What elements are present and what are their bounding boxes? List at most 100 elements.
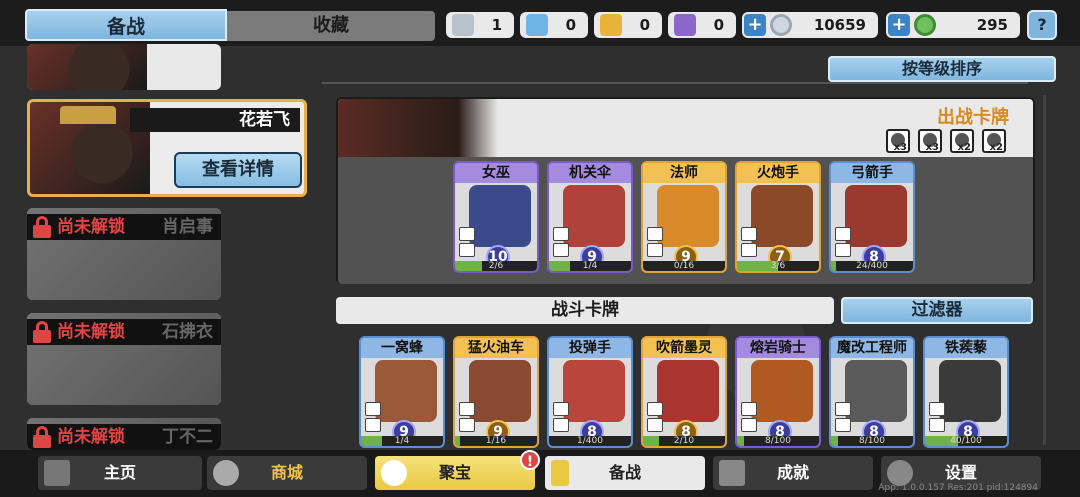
unit-card[interactable]: 猛火油车 9 1/16: [453, 336, 539, 448]
hero-name: 丁不二: [162, 427, 213, 447]
unit-card[interactable]: 法师 9 0/16: [641, 161, 727, 273]
unit-card[interactable]: 一窝蜂 9 1/4: [359, 336, 445, 448]
card-name: 猛火油车: [455, 338, 537, 358]
unit-card[interactable]: 魔改工程师 8 8/100: [829, 336, 915, 448]
trait-icon: [647, 227, 663, 241]
nav-shop[interactable]: 商城: [207, 456, 367, 490]
card-name: 火炮手: [737, 163, 819, 183]
tab-collection[interactable]: 收藏: [227, 11, 435, 41]
card-progress: 1/400: [549, 436, 631, 446]
card-name: 投弹手: [549, 338, 631, 358]
hero-card-partial[interactable]: [27, 44, 221, 90]
nav-prepare[interactable]: 备战: [545, 456, 705, 490]
resource-gold-crystal: 0: [594, 12, 662, 38]
hero-portrait: [27, 44, 147, 90]
resource-blue-crystal: 0: [520, 12, 588, 38]
resource-coins: + 10659: [742, 12, 878, 38]
card-trait-icons: [741, 402, 759, 434]
unit-card[interactable]: 机关伞 9 1/4: [547, 161, 633, 273]
deck-title: 出战卡牌: [937, 107, 1009, 128]
card-trait-icons: [835, 402, 853, 434]
hero-name: 肖启事: [162, 217, 213, 237]
trait-icon: [741, 243, 757, 257]
card-progress: 40/100: [925, 436, 1007, 446]
card-progress: 2/10: [643, 436, 725, 446]
trait-icon: [741, 418, 757, 432]
gold-crystal-icon: [600, 14, 622, 36]
treasure-alert-badge: !: [520, 450, 540, 470]
hero-name: 花若飞: [130, 108, 300, 132]
card-name: 机关伞: [549, 163, 631, 183]
deck-header: 出战卡牌 x3 x3 x2 x2: [338, 99, 1033, 157]
hero-card-locked[interactable]: 尚未解锁 丁不二: [27, 418, 221, 450]
card-name: 铁蒺藜: [925, 338, 1007, 358]
silver-crystal-count: 1: [491, 16, 502, 34]
unit-portrait: [469, 185, 531, 247]
card-name: 魔改工程师: [831, 338, 913, 358]
coin-icon: [770, 14, 792, 36]
trait-icon: [929, 402, 945, 416]
trait-icon: [459, 227, 475, 241]
hero-card-locked[interactable]: 尚未解锁 石拂衣: [27, 313, 221, 405]
trait-icon: [835, 227, 851, 241]
card-progress: 1/4: [549, 261, 631, 271]
unit-portrait: [939, 360, 1001, 422]
lock-bar: 尚未解锁 丁不二: [27, 424, 221, 450]
hero-card-locked[interactable]: 尚未解锁 肖启事: [27, 208, 221, 300]
unit-portrait: [845, 360, 907, 422]
sword-icon: x3: [886, 129, 910, 153]
resource-jade: + 295: [886, 12, 1020, 38]
nav-home[interactable]: 主页: [38, 456, 202, 490]
card-trait-icons: [835, 227, 853, 259]
trait-icon: [835, 402, 851, 416]
view-details-button[interactable]: 查看详情: [174, 152, 302, 188]
card-progress: 1/4: [361, 436, 443, 446]
card-trait-icons: [647, 227, 665, 259]
helmet-icon: x3: [918, 129, 942, 153]
trait-icon: [741, 227, 757, 241]
unit-portrait: [751, 360, 813, 422]
unit-card[interactable]: 铁蒺藜 8 40/100: [923, 336, 1009, 448]
add-jade-button[interactable]: +: [888, 14, 910, 36]
blue-crystal-icon: [526, 14, 548, 36]
trait-icon: [459, 418, 475, 432]
card-trait-icons: [647, 402, 665, 434]
trait-icon: [835, 418, 851, 432]
card-name: 弓箭手: [831, 163, 913, 183]
lock-icon: [33, 426, 51, 448]
lock-icon: [33, 321, 51, 343]
card-name: 吹箭墨灵: [643, 338, 725, 358]
sort-by-level-button[interactable]: 按等级排序: [828, 56, 1056, 82]
hero-card-selected[interactable]: 花若飞 查看详情: [27, 99, 307, 197]
top-bar: 备战 收藏 1 0 0 0 + 10659 + 295 ?: [0, 0, 1080, 46]
card-name: 一窝蜂: [361, 338, 443, 358]
unit-card[interactable]: 火炮手 7 3/6: [735, 161, 821, 273]
tab-prepare[interactable]: 备战: [25, 9, 227, 41]
unit-card[interactable]: 女巫 10 2/6: [453, 161, 539, 273]
card-trait-icons: [365, 402, 383, 434]
nav-achievement[interactable]: 成就: [713, 456, 873, 490]
jade-icon: [914, 14, 936, 36]
unit-portrait: [563, 360, 625, 422]
shield-icon: x2: [982, 129, 1006, 153]
unit-portrait: [657, 185, 719, 247]
trait-icon: [553, 418, 569, 432]
hero-name: 石拂衣: [162, 322, 213, 342]
coin-count: 10659: [813, 16, 866, 34]
unit-card[interactable]: 熔岩骑士 8 8/100: [735, 336, 821, 448]
unit-portrait: [751, 185, 813, 247]
unit-portrait: [845, 185, 907, 247]
nav-treasure[interactable]: 聚宝: [375, 456, 535, 490]
add-coins-button[interactable]: +: [744, 14, 766, 36]
purple-crystal-icon: [674, 14, 696, 36]
trait-icon: [553, 402, 569, 416]
unit-card[interactable]: 吹箭墨灵 8 2/10: [641, 336, 727, 448]
card-name: 熔岩骑士: [737, 338, 819, 358]
lock-bar: 尚未解锁 石拂衣: [27, 319, 221, 345]
resource-silver-crystal: 1: [446, 12, 514, 38]
unit-card[interactable]: 弓箭手 8 24/400: [829, 161, 915, 273]
scrollbar[interactable]: [1043, 95, 1046, 445]
filter-button[interactable]: 过滤器: [841, 297, 1033, 324]
unit-card[interactable]: 投弹手 8 1/400: [547, 336, 633, 448]
help-button[interactable]: ?: [1027, 10, 1057, 40]
